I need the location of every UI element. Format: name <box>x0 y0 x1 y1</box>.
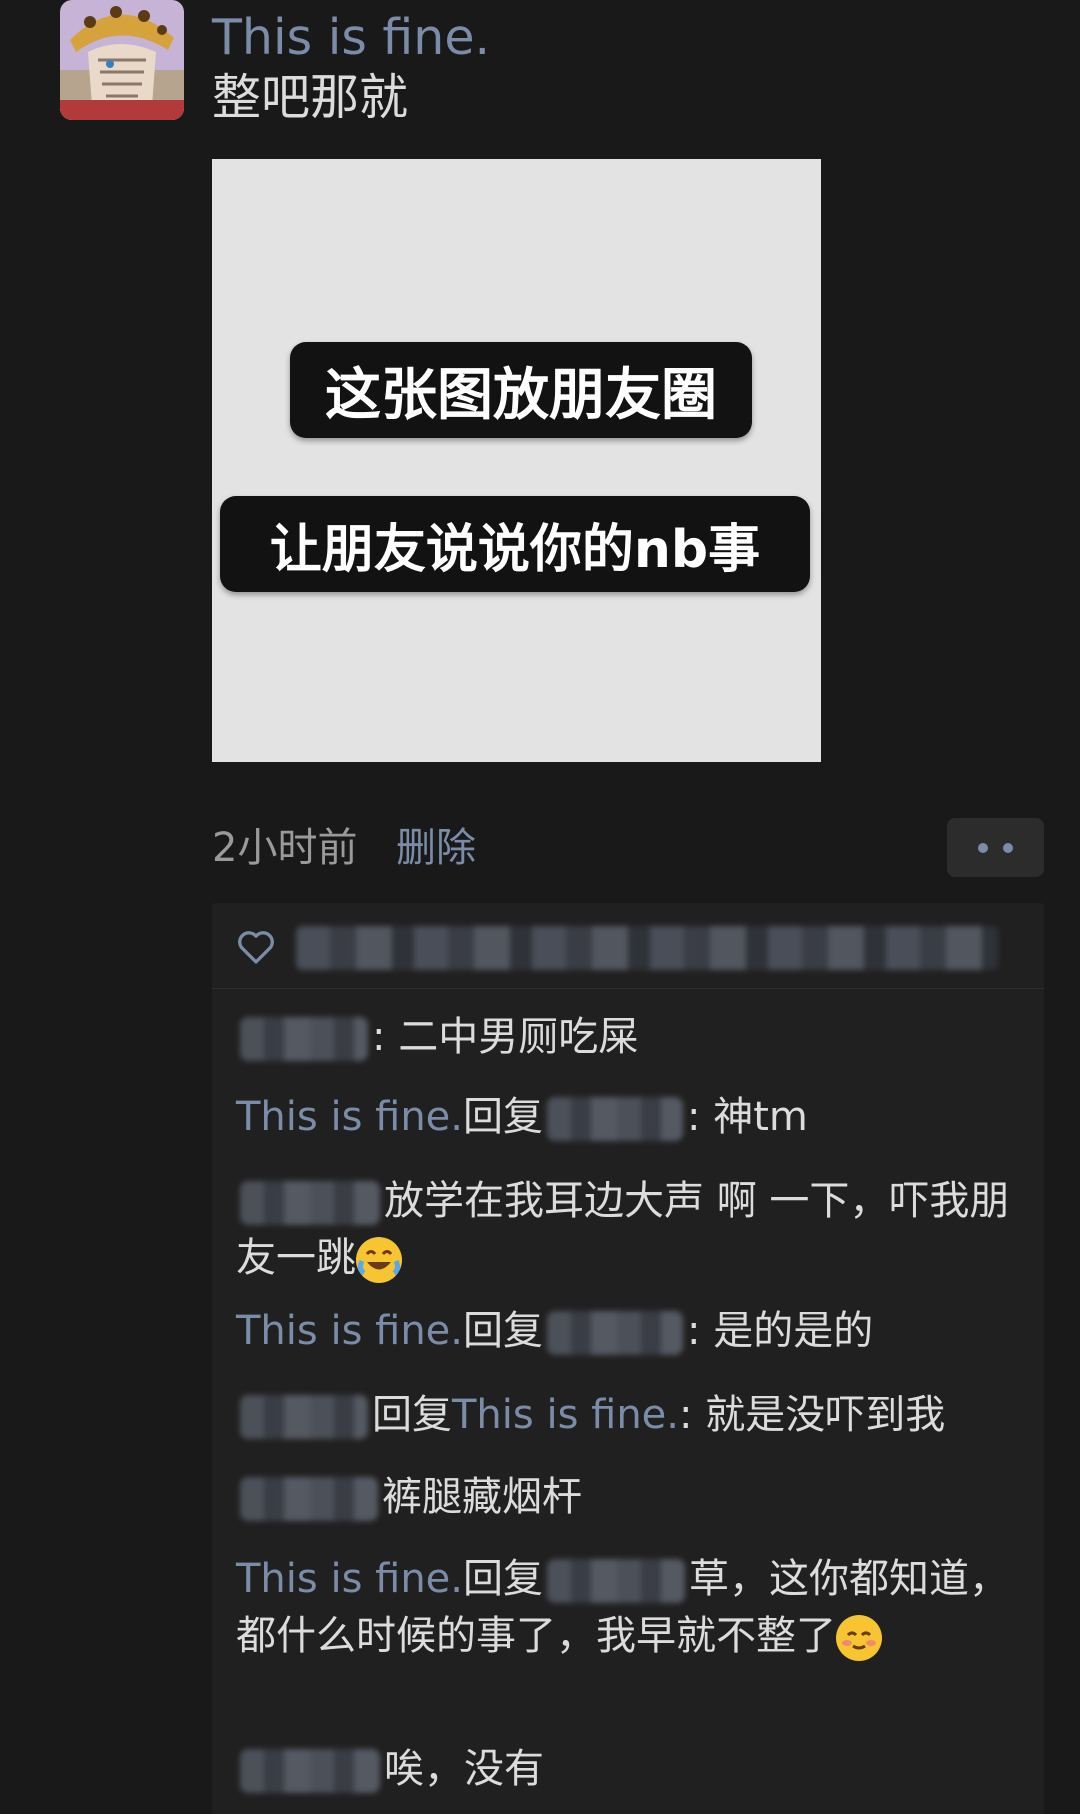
comment-author[interactable]: This is fine. <box>236 1556 463 1602</box>
blurred-name <box>240 1181 380 1225</box>
laughing-tears-emoji-icon <box>356 1237 402 1283</box>
blurred-name <box>547 1559 685 1603</box>
comment-author[interactable]: This is fine. <box>236 1094 463 1140</box>
comment-item[interactable]: : 二中男厕吃屎 <box>236 1009 1026 1066</box>
blurred-name <box>547 1311 683 1355</box>
blurred-name <box>240 1017 368 1061</box>
heart-icon <box>238 931 274 964</box>
reply-label: 回复 <box>463 1556 543 1602</box>
comments-section: : 二中男厕吃屎 This is fine.回复: 神tm 放学在我耳边大声 啊… <box>212 903 1044 1814</box>
more-dot-icon <box>1003 842 1013 853</box>
post-text: 整吧那就 <box>212 69 409 126</box>
comment-text: : 二中男厕吃屎 <box>372 1014 639 1060</box>
blurred-name <box>240 1477 378 1521</box>
reply-label: 回复 <box>372 1392 452 1438</box>
comment-text: 裤腿藏烟杆 <box>382 1474 582 1520</box>
comment-text: : 就是没吓到我 <box>679 1392 946 1438</box>
more-dot-icon <box>978 842 988 853</box>
image-caption-bottom: 让朋友说说你的nb事 <box>220 496 810 592</box>
comment-text: 唉，没有 <box>384 1746 544 1792</box>
comment-item[interactable]: 放学在我耳边大声 啊 一下，吓我朋友一跳 <box>236 1173 1026 1287</box>
blurred-name <box>547 1097 683 1141</box>
blurred-name <box>240 1749 380 1793</box>
post-image[interactable]: 这张图放朋友圈 让朋友说说你的nb事 <box>212 159 821 762</box>
reply-label: 回复 <box>463 1094 543 1140</box>
delete-link[interactable]: 删除 <box>396 820 476 876</box>
comment-item[interactable]: This is fine.回复 : 是的是的 <box>236 1303 1026 1360</box>
likes-row <box>212 903 1044 989</box>
reply-label: 回复 <box>463 1308 543 1354</box>
comment-text: : 是的是的 <box>687 1308 874 1354</box>
author-avatar[interactable] <box>60 0 184 120</box>
post-time: 2小时前 <box>212 825 358 871</box>
comment-item[interactable]: This is fine.回复 : 神tm <box>236 1089 1026 1146</box>
image-caption-top: 这张图放朋友圈 <box>290 342 752 438</box>
author-name[interactable]: This is fine. <box>212 6 490 70</box>
blurred-name <box>240 1395 368 1439</box>
comment-item[interactable]: 回复This is fine.: 就是没吓到我 <box>236 1387 1026 1444</box>
blushing-face-emoji-icon <box>836 1615 882 1661</box>
comment-item[interactable]: 裤腿藏烟杆 <box>236 1469 1026 1526</box>
comment-item[interactable]: This is fine.回复 草，这你都知道，都什么时候的事了，我早就不整了 <box>236 1551 1026 1665</box>
comment-item[interactable]: 唉，没有 <box>236 1741 1026 1798</box>
comment-text: : 神tm <box>687 1094 808 1140</box>
reply-target[interactable]: This is fine. <box>452 1392 679 1438</box>
likes-names-blurred <box>296 926 998 970</box>
comment-author[interactable]: This is fine. <box>236 1308 463 1354</box>
more-options-button[interactable] <box>947 818 1044 877</box>
